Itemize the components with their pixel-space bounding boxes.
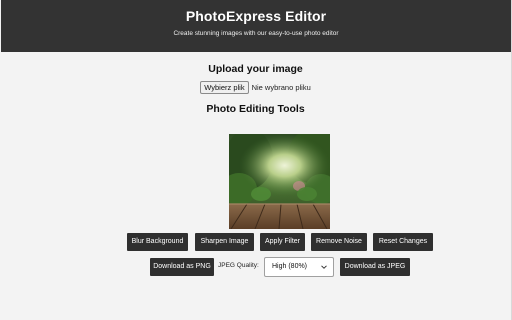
app-subtitle: Create stunning images with our easy-to-… (173, 30, 339, 37)
file-upload-control: Wybierz plik Nie wybrano pliku (0, 81, 511, 94)
jpeg-quality-label: JPEG Quality: (218, 262, 259, 269)
blur-background-button[interactable]: Blur Background (127, 233, 188, 251)
reset-changes-button[interactable]: Reset Changes (373, 233, 433, 251)
jpeg-quality-selected-value: High (80%) (272, 263, 308, 270)
app-title: PhotoExpress Editor (185, 8, 327, 24)
tools-section-title: Photo Editing Tools (206, 103, 305, 115)
file-status-text: Nie wybrano pliku (251, 83, 311, 92)
app-page: PhotoExpress Editor Create stunning imag… (0, 0, 512, 320)
photo-preview (229, 134, 330, 229)
apply-filter-button[interactable]: Apply Filter (260, 233, 305, 251)
upload-section-title: Upload your image (208, 63, 303, 75)
chevron-down-icon (321, 265, 327, 269)
remove-noise-button[interactable]: Remove Noise (311, 233, 367, 251)
download-jpeg-button[interactable]: Download as JPEG (340, 258, 410, 276)
download-png-button[interactable]: Download as PNG (150, 258, 214, 276)
sharpen-image-button[interactable]: Sharpen Image (195, 233, 254, 251)
app-header: PhotoExpress Editor Create stunning imag… (1, 0, 511, 52)
choose-file-button[interactable]: Wybierz plik (200, 81, 249, 94)
jpeg-quality-select[interactable]: High (80%) (264, 257, 334, 277)
